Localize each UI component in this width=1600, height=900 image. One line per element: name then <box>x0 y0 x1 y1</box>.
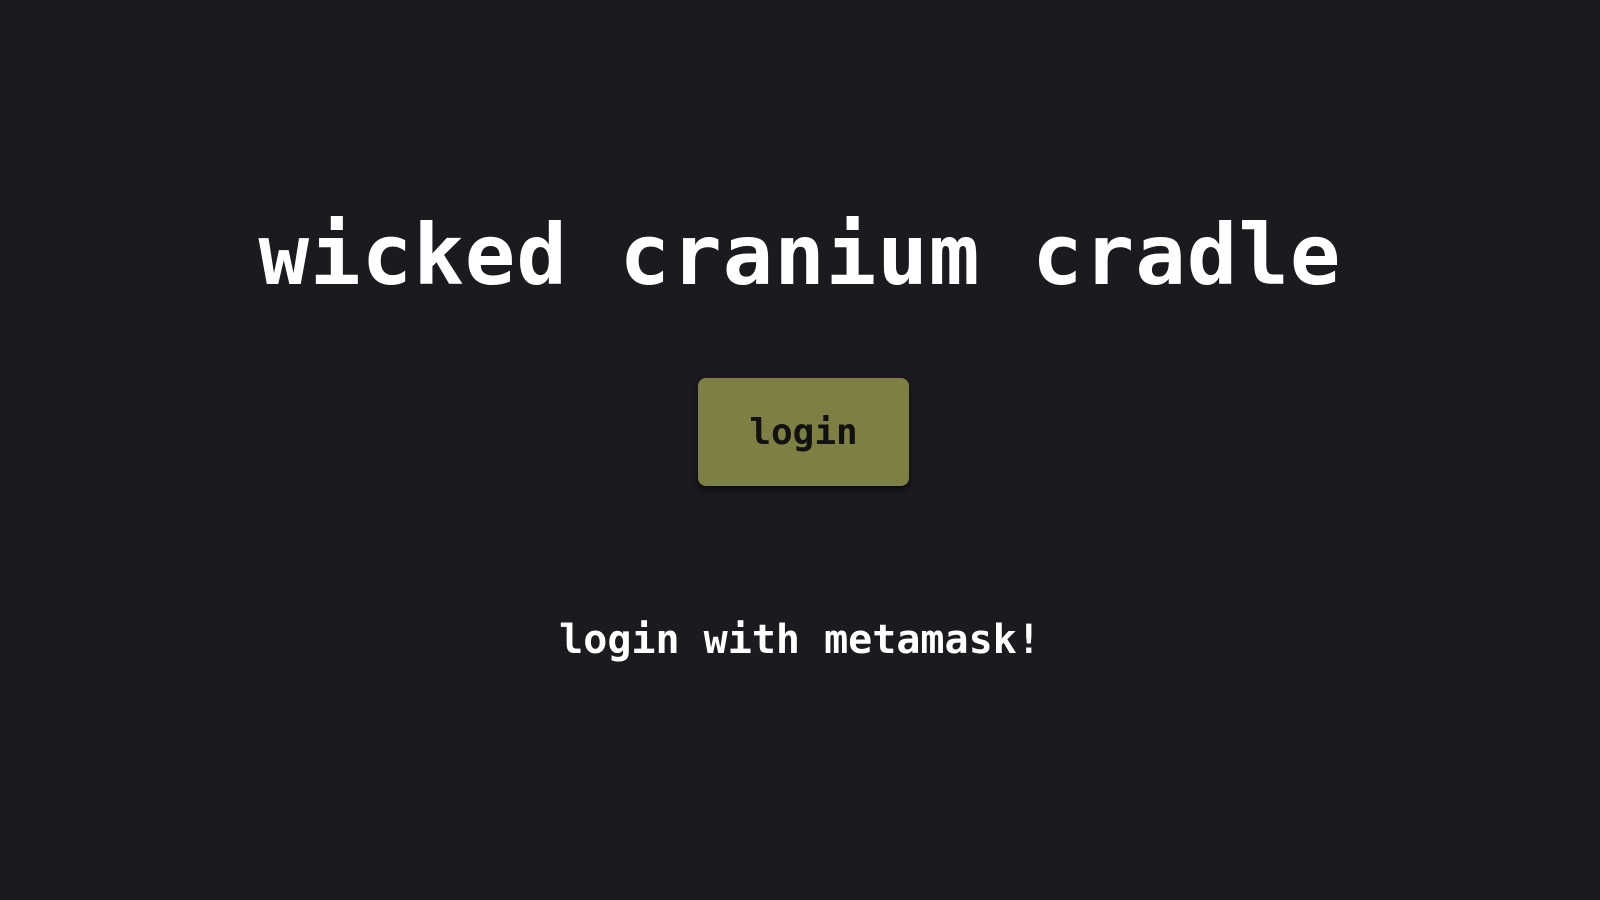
app-title: wicked cranium cradle <box>258 206 1342 304</box>
metamask-hint: login with metamask! <box>559 617 1041 663</box>
login-button[interactable]: login <box>698 378 909 486</box>
login-page: wicked cranium cradle login login with m… <box>0 0 1600 900</box>
